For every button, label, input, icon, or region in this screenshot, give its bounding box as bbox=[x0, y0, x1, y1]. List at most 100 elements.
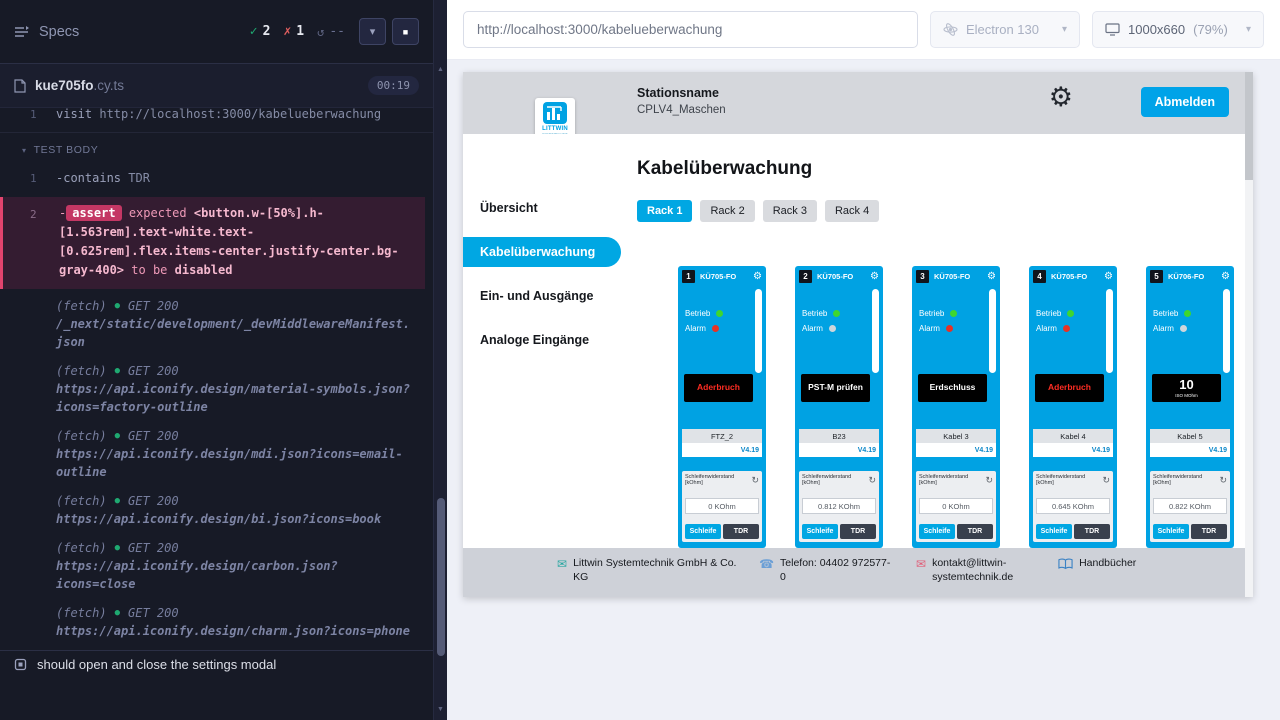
firmware-version: V4.19 bbox=[1033, 443, 1113, 457]
status-display: Aderbruch bbox=[684, 374, 753, 402]
fetch-log-entry[interactable]: (fetch)●GET 200 https://api.iconify.desi… bbox=[0, 357, 433, 422]
betrieb-row: Betrieb bbox=[685, 309, 766, 318]
cross-icon: ✗ bbox=[283, 24, 291, 39]
fetch-url: /_next/static/development/_devMiddleware… bbox=[56, 315, 417, 351]
refresh-icon[interactable]: ↻ bbox=[751, 476, 759, 485]
schleife-button[interactable]: Schleife bbox=[685, 524, 721, 539]
fetch-url: https://api.iconify.design/mdi.json?icon… bbox=[56, 445, 417, 481]
fetch-status-line: (fetch)●GET 200 bbox=[56, 297, 417, 315]
fetch-log-entry[interactable]: (fetch)●GET 200 https://api.iconify.desi… bbox=[0, 422, 433, 487]
collapse-button[interactable]: ▾ bbox=[359, 18, 386, 45]
schleife-button[interactable]: Schleife bbox=[919, 524, 955, 539]
fetch-log-entry[interactable]: (fetch)●GET 200 https://api.iconify.desi… bbox=[0, 487, 433, 534]
tdr-button[interactable]: TDR bbox=[957, 524, 993, 539]
status-text: Aderbruch bbox=[1048, 383, 1091, 393]
fetch-log-entry[interactable]: (fetch)●GET 200 https://api.iconify.desi… bbox=[0, 534, 433, 599]
refresh-icon[interactable]: ↻ bbox=[868, 476, 876, 485]
level-indicator-bar bbox=[989, 289, 996, 373]
stat-pending: ↺ -- bbox=[317, 24, 345, 39]
device-gear-icon[interactable]: ⚙ bbox=[1221, 272, 1230, 282]
device-card: 3 KÜ705-FO ⚙ Betrieb Alarm bbox=[912, 266, 1000, 548]
alarm-label: Alarm bbox=[685, 324, 706, 333]
mail-icon: ✉ bbox=[916, 558, 926, 570]
cable-name: Kabel 5 bbox=[1150, 429, 1230, 443]
command-visit[interactable]: 1 visit http://localhost:3000/kabelueber… bbox=[0, 108, 433, 133]
alarm-row: Alarm bbox=[1153, 324, 1234, 333]
tab-rack-4[interactable]: Rack 4 bbox=[825, 200, 879, 222]
screen: Specs ✓ 2 ✗ 1 ↺ -- ▾ bbox=[0, 0, 1280, 720]
reporter-header: Specs ✓ 2 ✗ 1 ↺ -- ▾ bbox=[0, 0, 433, 64]
app-scrollbar-thumb[interactable] bbox=[1245, 72, 1253, 180]
measurement-panel: Schleifenwiderstand [kOhm] ↻ 0 KOhm Schl… bbox=[916, 471, 996, 542]
fetch-log-entry[interactable]: (fetch)●GET 200 https://api.iconify.desi… bbox=[0, 599, 433, 646]
measurement-value: 0.822 KOhm bbox=[1153, 498, 1227, 514]
rack-tabs: Rack 1 Rack 2 Rack 3 Rack 4 bbox=[637, 200, 1245, 222]
tab-rack-3[interactable]: Rack 3 bbox=[763, 200, 817, 222]
aut-stage: Stationsname CPLV4_Maschen ⚙ Abmelden bbox=[447, 60, 1280, 720]
device-cards: 1 KÜ705-FO ⚙ Betrieb Alarm bbox=[678, 266, 1245, 548]
sidebar-item-kabelueberwachung[interactable]: Kabelüberwachung bbox=[463, 237, 621, 267]
tdr-button[interactable]: TDR bbox=[1191, 524, 1227, 539]
next-test-title: should open and close the settings modal bbox=[37, 657, 276, 672]
refresh-icon[interactable]: ↻ bbox=[1102, 476, 1110, 485]
status-text: Aderbruch bbox=[697, 383, 740, 393]
device-gear-icon[interactable]: ⚙ bbox=[987, 272, 996, 282]
scroll-down-arrow-icon[interactable]: ▼ bbox=[434, 706, 447, 713]
app-scrollbar[interactable] bbox=[1245, 72, 1253, 597]
failed-assert-command[interactable]: 2-assert expected <button.w-[50%].h-[1.5… bbox=[0, 197, 425, 289]
next-test-row[interactable]: should open and close the settings modal bbox=[0, 650, 433, 678]
sidebar-item-uebersicht[interactable]: Übersicht bbox=[463, 186, 621, 230]
test-body-section[interactable]: ▾ TEST BODY bbox=[0, 133, 433, 164]
aut-pane: Electron 130 ▾ 1000x660 (79%) ▾ Stations… bbox=[447, 0, 1280, 720]
specs-button[interactable]: Specs bbox=[14, 24, 79, 40]
command-number: 2 bbox=[30, 205, 37, 224]
settings-gear-icon[interactable]: ⚙ bbox=[1049, 84, 1073, 111]
reporter-scrollbar[interactable]: ▲ ▼ bbox=[433, 0, 447, 720]
refresh-icon[interactable]: ↻ bbox=[1219, 476, 1227, 485]
cable-name: FTZ_2 bbox=[682, 429, 762, 443]
stop-run-button[interactable]: ■ bbox=[392, 18, 419, 45]
spec-extension: .cy.ts bbox=[94, 78, 125, 93]
cable-name: Kabel 3 bbox=[916, 429, 996, 443]
schleife-button[interactable]: Schleife bbox=[1153, 524, 1189, 539]
refresh-icon[interactable]: ↻ bbox=[985, 476, 993, 485]
spec-file-row[interactable]: kue705fo.cy.ts 00:19 bbox=[0, 64, 433, 108]
measurement-label: Schleifenwiderstand [kOhm] bbox=[919, 474, 985, 486]
measurement-buttons: Schleife TDR bbox=[685, 524, 759, 539]
device-gear-icon[interactable]: ⚙ bbox=[1104, 272, 1113, 282]
measurement-value: 0 KOhm bbox=[919, 498, 993, 514]
command-name: contains bbox=[63, 171, 121, 185]
email-address[interactable]: kontakt@littwin-systemtechnik.de bbox=[932, 557, 1024, 584]
tdr-button[interactable]: TDR bbox=[1074, 524, 1110, 539]
viewport-select[interactable]: 1000x660 (79%) ▾ bbox=[1092, 11, 1264, 48]
specs-label: Specs bbox=[39, 24, 79, 40]
scroll-up-arrow-icon[interactable]: ▲ bbox=[434, 66, 447, 73]
chevron-down-icon: ▾ bbox=[1246, 24, 1251, 35]
tdr-button[interactable]: TDR bbox=[840, 524, 876, 539]
alarm-label: Alarm bbox=[802, 324, 823, 333]
alarm-led bbox=[1180, 325, 1187, 332]
tab-rack-2[interactable]: Rack 2 bbox=[700, 200, 754, 222]
scrollbar-thumb[interactable] bbox=[437, 498, 445, 656]
command-contains[interactable]: 1-contains TDR bbox=[0, 164, 433, 194]
footer-manuals-link[interactable]: Handbücher bbox=[1058, 557, 1136, 571]
measurement-label-row: Schleifenwiderstand [kOhm] ↻ bbox=[802, 474, 876, 486]
measurement-panel: Schleifenwiderstand [kOhm] ↻ 0.822 KOhm … bbox=[1150, 471, 1230, 542]
schleife-button[interactable]: Schleife bbox=[802, 524, 838, 539]
company-name: Littwin Systemtechnik GmbH & Co. KG bbox=[573, 557, 743, 584]
browser-select[interactable]: Electron 130 ▾ bbox=[930, 11, 1080, 48]
sidebar-item-ein-und-ausgaenge[interactable]: Ein- und Ausgänge bbox=[463, 274, 621, 318]
schleife-button[interactable]: Schleife bbox=[1036, 524, 1072, 539]
tdr-button[interactable]: TDR bbox=[723, 524, 759, 539]
fetch-log-entry[interactable]: (fetch)●GET 200 /_next/static/developmen… bbox=[0, 292, 433, 357]
device-gear-icon[interactable]: ⚙ bbox=[753, 272, 762, 282]
device-gear-icon[interactable]: ⚙ bbox=[870, 272, 879, 282]
fetch-status-line: (fetch)●GET 200 bbox=[56, 492, 417, 510]
chevron-down-icon: ▾ bbox=[22, 146, 27, 155]
sidebar-item-analoge-eingaenge[interactable]: Analoge Eingänge bbox=[463, 318, 621, 362]
spec-basename: kue705fo bbox=[35, 78, 94, 93]
url-input[interactable] bbox=[463, 11, 918, 48]
logout-button[interactable]: Abmelden bbox=[1141, 87, 1229, 117]
device-model: KÜ705-FO bbox=[1051, 272, 1101, 281]
tab-rack-1[interactable]: Rack 1 bbox=[637, 200, 692, 222]
